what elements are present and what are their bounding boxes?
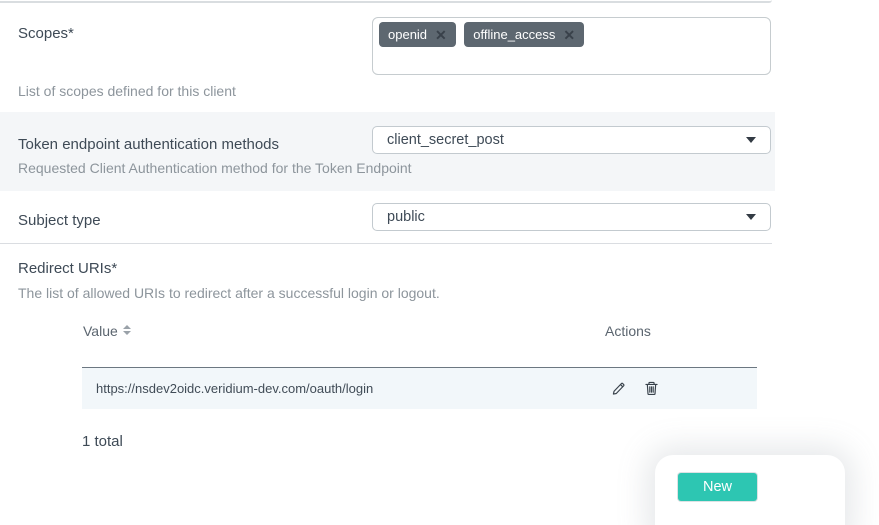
delete-button[interactable] xyxy=(643,380,660,397)
subject-type-label: Subject type xyxy=(18,212,101,229)
scope-chip-label: openid xyxy=(388,27,427,42)
caret-down-icon xyxy=(746,137,756,143)
scopes-input[interactable]: openid ✕ offline_access ✕ xyxy=(372,17,771,75)
subject-type-selected-value: public xyxy=(387,209,425,225)
token-auth-select[interactable]: client_secret_post xyxy=(372,126,771,154)
subject-type-select[interactable]: public xyxy=(372,203,771,231)
new-button[interactable]: New xyxy=(678,473,757,501)
chip-close-icon[interactable]: ✕ xyxy=(563,28,575,42)
token-auth-help-text: Requested Client Authentication method f… xyxy=(18,160,412,176)
previous-field-bottom-edge xyxy=(0,0,772,3)
chip-close-icon[interactable]: ✕ xyxy=(435,28,447,42)
redirect-uris-title: Redirect URIs* xyxy=(18,260,117,277)
column-header-actions: Actions xyxy=(605,323,651,339)
edit-button[interactable] xyxy=(610,380,627,397)
scopes-help-text: List of scopes defined for this client xyxy=(18,83,236,99)
scope-chip-label: offline_access xyxy=(473,27,555,42)
column-header-value[interactable]: Value xyxy=(83,323,131,339)
scope-chip: offline_access ✕ xyxy=(464,22,584,47)
caret-down-icon xyxy=(746,214,756,220)
total-count: 1 total xyxy=(82,433,123,450)
scopes-label: Scopes* xyxy=(18,25,74,42)
token-auth-selected-value: client_secret_post xyxy=(387,132,504,148)
section-divider xyxy=(0,243,772,244)
new-button-label: New xyxy=(703,479,732,495)
scope-chip: openid ✕ xyxy=(379,22,456,47)
token-auth-label: Token endpoint authentication methods xyxy=(18,136,279,153)
trash-icon xyxy=(643,380,660,397)
redirect-uris-help-text: The list of allowed URIs to redirect aft… xyxy=(18,285,440,301)
table-row: https://nsdev2oidc.veridium-dev.com/oaut… xyxy=(82,368,757,409)
sort-icon[interactable] xyxy=(123,325,131,335)
redirect-uri-value: https://nsdev2oidc.veridium-dev.com/oaut… xyxy=(82,381,373,396)
pencil-icon xyxy=(610,380,627,397)
